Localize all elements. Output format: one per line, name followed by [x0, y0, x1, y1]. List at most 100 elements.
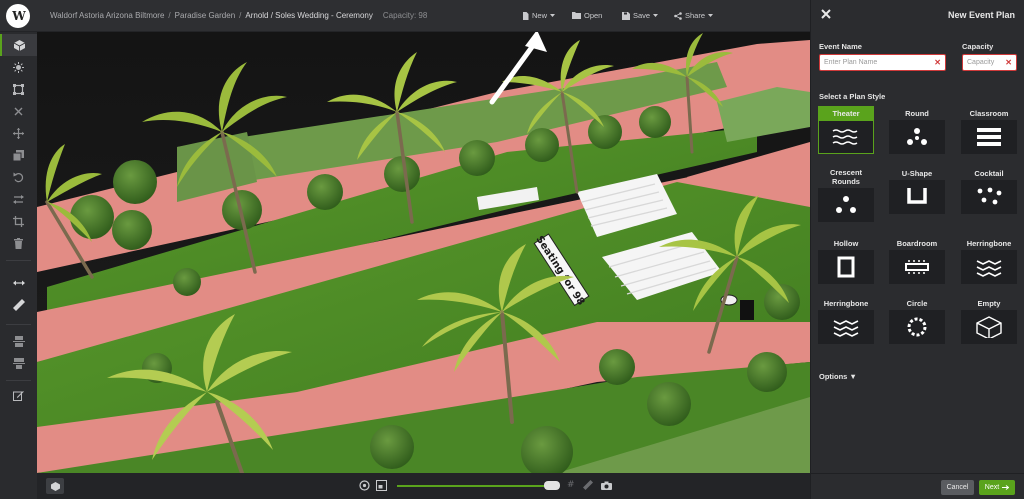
close-panel-button[interactable] — [821, 8, 831, 21]
measure-tool[interactable] — [0, 272, 37, 294]
plan-style-theater[interactable]: Theater — [818, 106, 874, 154]
plan-style-crescent-rounds[interactable]: Crescent Rounds — [818, 166, 874, 222]
frame-select-icon — [13, 83, 24, 95]
undo-icon — [13, 172, 24, 182]
bottom-toolbar: # — [37, 473, 810, 499]
scene-svg: Seating for 98 — [37, 32, 810, 473]
align-stack-tool[interactable] — [0, 352, 37, 374]
classroom-icon — [961, 120, 1017, 154]
ruler-tool[interactable] — [0, 294, 37, 316]
plan-style-circle[interactable]: Circle — [889, 296, 945, 344]
plan-style-label: Boardroom — [889, 236, 945, 250]
app-logo[interactable]: W — [6, 4, 30, 28]
lighting-tool[interactable] — [0, 56, 37, 78]
plan-style-label: Round — [889, 106, 945, 120]
circle-icon — [889, 310, 945, 344]
next-button[interactable]: Next — [979, 480, 1015, 495]
capacity-readout: Capacity: 98 — [382, 11, 428, 20]
undo-tool[interactable] — [0, 166, 37, 188]
zoom-slider-track[interactable] — [397, 485, 553, 487]
save-button[interactable]: Save — [622, 11, 659, 20]
save-button-label: Save — [633, 11, 651, 20]
clear-icon[interactable]: ✕ — [1005, 58, 1012, 67]
event-name-placeholder: Enter Plan Name — [824, 59, 878, 66]
align-stack-icon — [12, 357, 25, 369]
app-window: W Waldorf Astoria Arizona Biltmore / Parad… — [0, 0, 1024, 499]
new-button-label: New — [532, 11, 548, 20]
theater-icon — [818, 120, 874, 154]
move-tool[interactable] — [0, 122, 37, 144]
plan-style-herringbone[interactable]: Herringbone — [961, 236, 1017, 284]
target-icon[interactable] — [359, 480, 370, 491]
plan-style-boardroom[interactable]: Boardroom — [889, 236, 945, 284]
align-distribute-tool[interactable] — [0, 330, 37, 352]
delete-tool[interactable] — [0, 232, 37, 254]
plan-style-cocktail[interactable]: Cocktail — [961, 166, 1017, 214]
top-bar: W Waldorf Astoria Arizona Biltmore / Parad… — [0, 0, 810, 32]
camera-icon[interactable] — [600, 481, 612, 490]
venue-3d-viewport[interactable]: Seating for 98 — [37, 32, 810, 473]
plan-style-label: Herringbone — [818, 296, 874, 310]
breadcrumb-space[interactable]: Paradise Garden — [175, 11, 235, 20]
next-button-label: Next — [984, 484, 1000, 491]
plan-style-label: U-Shape — [889, 166, 945, 180]
plan-style-label: Classroom — [961, 106, 1017, 120]
share-button-label: Share — [685, 11, 706, 20]
copy-icon — [13, 149, 24, 161]
zoom-slider-handle[interactable] — [544, 481, 561, 490]
new-file-icon — [523, 11, 529, 20]
plan-style-label: Cocktail — [961, 166, 1017, 180]
swap-tool[interactable] — [0, 188, 37, 210]
arrow-right-icon — [1002, 485, 1010, 490]
view-tools-right: # — [567, 480, 612, 490]
speaker-object — [740, 300, 754, 320]
capacity-input[interactable]: Capacity ✕ — [962, 54, 1017, 71]
event-name-label: Event Name — [819, 42, 862, 51]
sidebar-divider — [6, 260, 31, 261]
capacity-label: Capacity — [962, 42, 994, 51]
breadcrumb: Waldorf Astoria Arizona Biltmore / Paradis… — [50, 11, 428, 20]
swap-icon — [13, 194, 24, 204]
panel-title: New Event Plan — [947, 10, 1015, 20]
plan-style-empty[interactable]: Empty — [961, 296, 1017, 344]
open-button[interactable]: Open — [572, 11, 602, 20]
breadcrumb-event: Arnold / Soles Wedding - Ceremony — [245, 11, 373, 20]
crop-tool[interactable] — [0, 210, 37, 232]
crescent-rounds-icon — [818, 188, 874, 222]
close-tool[interactable] — [0, 100, 37, 122]
options-toggle[interactable]: Options ▼ — [819, 372, 857, 381]
plan-style-herringbone[interactable]: Herringbone — [818, 296, 874, 344]
trash-icon — [14, 237, 23, 249]
ruler-icon[interactable] — [582, 480, 593, 490]
tool-sidebar — [0, 32, 37, 499]
measure-arrows-icon — [12, 280, 25, 286]
copy-tool[interactable] — [0, 144, 37, 166]
cube-view-tool[interactable] — [0, 34, 37, 56]
view-cube-button[interactable] — [46, 478, 64, 494]
cancel-button[interactable]: Cancel — [941, 480, 974, 495]
new-button[interactable]: New — [522, 11, 556, 20]
floppy-icon — [622, 11, 630, 20]
select-frame-tool[interactable] — [0, 78, 37, 100]
close-icon — [821, 9, 831, 19]
hollow-icon — [818, 250, 874, 284]
fit-view-icon[interactable] — [376, 480, 387, 491]
plan-style-round[interactable]: Round — [889, 106, 945, 154]
cube-icon — [50, 481, 60, 491]
sidebar-divider — [6, 380, 31, 381]
plan-style-u-shape[interactable]: U-Shape — [889, 166, 945, 214]
event-name-input[interactable]: Enter Plan Name ✕ — [819, 54, 946, 71]
chevron-down-icon — [708, 13, 714, 17]
cube-icon — [14, 39, 25, 51]
herringbone-icon — [818, 310, 874, 344]
plan-style-classroom[interactable]: Classroom — [961, 106, 1017, 154]
panel-header: New Event Plan — [811, 0, 1024, 30]
ruler-icon — [12, 299, 25, 311]
plan-style-hollow[interactable]: Hollow — [818, 236, 874, 284]
breadcrumb-venue[interactable]: Waldorf Astoria Arizona Biltmore — [50, 11, 164, 20]
share-button[interactable]: Share — [674, 11, 714, 20]
grid-icon[interactable]: # — [567, 480, 575, 490]
select-style-label: Select a Plan Style — [819, 92, 886, 101]
edit-note-tool[interactable] — [0, 384, 37, 406]
clear-icon[interactable]: ✕ — [934, 58, 941, 67]
